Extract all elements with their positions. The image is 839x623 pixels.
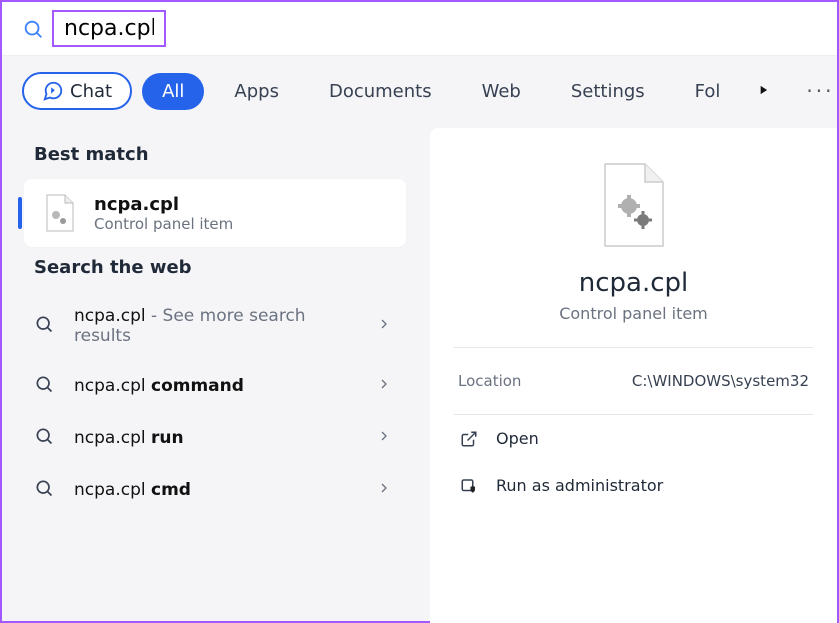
- search-web-heading: Search the web: [24, 247, 406, 292]
- location-label: Location: [458, 372, 521, 390]
- filter-all[interactable]: All: [142, 73, 204, 110]
- open-label: Open: [496, 429, 539, 448]
- results-pane: Best match ncpa.cpl Control panel item S…: [2, 124, 422, 623]
- detail-icon: [458, 152, 809, 268]
- best-match-heading: Best match: [24, 134, 406, 179]
- filter-scroll-right-icon[interactable]: [750, 82, 776, 101]
- best-match-title: ncpa.cpl: [94, 194, 233, 215]
- chevron-right-icon: [376, 428, 396, 448]
- open-action[interactable]: Open: [458, 415, 809, 462]
- location-row: Location C:\WINDOWS\system32: [458, 348, 809, 414]
- filter-web[interactable]: Web: [462, 73, 541, 110]
- detail-pane: ncpa.cpl Control panel item Location C:\…: [430, 128, 837, 623]
- web-result-text: ncpa.cpl - See more search results: [74, 306, 360, 346]
- run-as-admin-label: Run as administrator: [496, 476, 663, 495]
- best-match-result[interactable]: ncpa.cpl Control panel item: [24, 179, 406, 247]
- filter-documents[interactable]: Documents: [309, 73, 452, 110]
- chevron-right-icon: [376, 376, 396, 396]
- bing-chat-icon: [42, 80, 64, 102]
- search-icon: [34, 426, 58, 450]
- more-options-icon[interactable]: ···: [796, 79, 839, 103]
- web-result[interactable]: ncpa.cpl - See more search results: [24, 292, 406, 360]
- run-as-admin-action[interactable]: Run as administrator: [458, 462, 809, 509]
- web-result[interactable]: ncpa.cpl cmd: [24, 464, 406, 516]
- chevron-right-icon: [376, 480, 396, 500]
- chat-label: Chat: [70, 81, 112, 102]
- search-icon: [34, 478, 58, 502]
- search-input-highlight: [52, 10, 166, 47]
- web-result[interactable]: ncpa.cpl command: [24, 360, 406, 412]
- web-result[interactable]: ncpa.cpl run: [24, 412, 406, 464]
- best-match-subtitle: Control panel item: [94, 215, 233, 233]
- open-icon: [458, 430, 480, 448]
- search-bar: [2, 2, 837, 56]
- search-icon: [34, 374, 58, 398]
- filter-settings[interactable]: Settings: [551, 73, 665, 110]
- web-result-text: ncpa.cpl cmd: [74, 480, 360, 500]
- web-result-text: ncpa.cpl run: [74, 428, 360, 448]
- admin-shield-icon: [458, 477, 480, 495]
- location-value: C:\WINDOWS\system32: [632, 372, 809, 390]
- best-match-text: ncpa.cpl Control panel item: [94, 194, 233, 233]
- content-area: Best match ncpa.cpl Control panel item S…: [2, 124, 837, 623]
- filter-folders-truncated[interactable]: Fol: [675, 73, 741, 110]
- detail-subtitle: Control panel item: [458, 304, 809, 323]
- search-icon: [34, 314, 58, 338]
- filter-apps[interactable]: Apps: [214, 73, 299, 110]
- cpl-file-icon: [40, 193, 80, 233]
- detail-title: ncpa.cpl: [458, 268, 809, 298]
- filter-row: Chat All Apps Documents Web Settings Fol…: [2, 56, 837, 124]
- web-result-text: ncpa.cpl command: [74, 376, 360, 396]
- chevron-right-icon: [376, 316, 396, 336]
- chat-pill[interactable]: Chat: [22, 72, 132, 110]
- search-icon: [22, 18, 44, 40]
- search-input[interactable]: [64, 16, 154, 41]
